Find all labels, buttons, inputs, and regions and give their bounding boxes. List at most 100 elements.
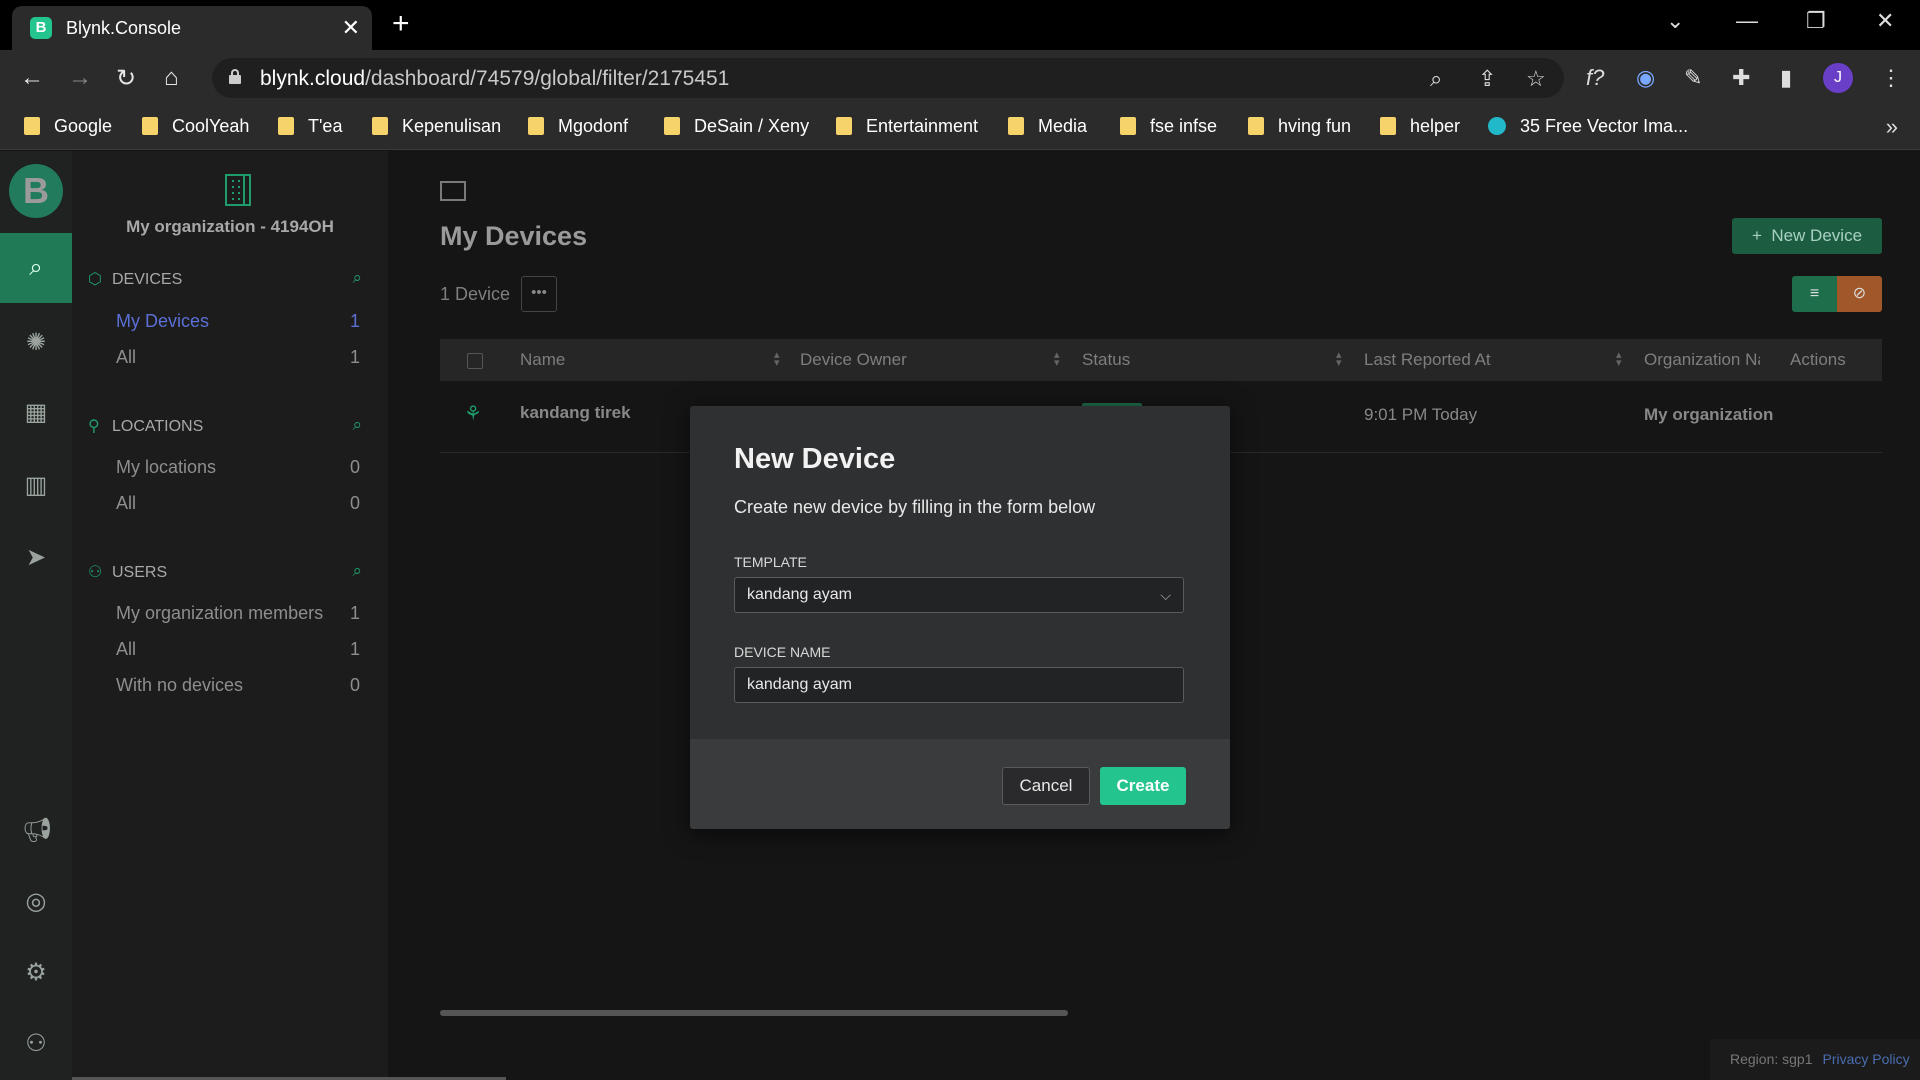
user-icon[interactable]: ⚇ — [22, 1029, 50, 1057]
bookmark-item[interactable]: Google — [24, 116, 112, 137]
column-header-status[interactable]: Status — [1082, 350, 1130, 370]
extension-pen-icon[interactable]: ✎ — [1684, 65, 1702, 91]
lock-icon — [229, 69, 241, 84]
sidebar-item-org-members[interactable]: My organization members 1 — [116, 603, 360, 624]
list-view-icon[interactable]: ≡ — [1792, 276, 1837, 312]
lifebuoy-icon[interactable]: ◎ — [22, 887, 50, 915]
column-header-last-reported[interactable]: Last Reported At — [1364, 350, 1491, 370]
tab-search-icon[interactable]: ⌄ — [1666, 8, 1684, 34]
bookmarks-bar: Google CoolYeah T'ea Kepenulisan Mgodonf… — [0, 106, 1920, 150]
sun-icon[interactable]: ✺ — [22, 328, 50, 356]
modal-title: New Device — [734, 443, 896, 475]
view-toggle: ≡ ⊘ — [1792, 276, 1882, 312]
devices-search-icon[interactable]: ⌕ — [352, 268, 362, 288]
column-header-name[interactable]: Name — [520, 350, 565, 370]
building-icon[interactable]: ▥ — [22, 471, 50, 499]
sort-icon[interactable]: ▴ ▾ — [1054, 350, 1060, 369]
extension-fx-icon[interactable]: f? — [1586, 65, 1604, 91]
address-bar-row: ← → ↻ ⌂ blynk.cloud/dashboard/74579/glob… — [0, 50, 1920, 106]
browser-tab[interactable]: B Blynk.Console ✕ — [12, 6, 372, 50]
horizontal-scrollbar[interactable] — [440, 1010, 1068, 1016]
locations-search-icon[interactable]: ⌕ — [352, 415, 362, 435]
new-tab-icon[interactable]: + — [392, 9, 410, 39]
column-header-owner[interactable]: Device Owner — [800, 350, 907, 370]
bookmark-item[interactable]: CoolYeah — [142, 116, 249, 137]
browser-menu-icon[interactable]: ⋮ — [1880, 65, 1902, 91]
select-all-checkbox[interactable] — [467, 353, 483, 369]
sidebar-item-my-locations[interactable]: My locations 0 — [116, 457, 360, 478]
grid-icon[interactable]: ▦ — [22, 398, 50, 426]
bookmark-item[interactable]: Kepenulisan — [372, 116, 501, 137]
sidebar-item-all-devices[interactable]: All 1 — [116, 347, 360, 368]
device-name-value: kandang ayam — [747, 676, 852, 693]
footer: Region: sgp1 Privacy Policy — [1710, 1039, 1920, 1080]
devices-section-header: ⬡ DEVICES — [88, 271, 183, 288]
map-view-icon[interactable]: ⊘ — [1837, 276, 1882, 312]
blynk-logo[interactable]: B — [9, 164, 63, 218]
bookmark-item[interactable]: Mgodonf — [528, 116, 628, 137]
organization-name[interactable]: My organization - 4194OH — [72, 217, 388, 237]
forward-icon[interactable]: → — [68, 64, 92, 92]
device-name[interactable]: kandang tirek — [520, 403, 631, 423]
users-section-header: ⚇ USERS — [88, 564, 168, 581]
cube-icon: ⬡ — [88, 271, 102, 288]
more-bookmarks-icon[interactable]: » — [1886, 114, 1898, 140]
bookmark-item[interactable]: Entertainment — [836, 116, 978, 137]
sidebar-item-no-devices[interactable]: With no devices 0 — [116, 675, 360, 696]
page-title: My Devices — [440, 221, 588, 251]
bookmark-item[interactable]: helper — [1380, 116, 1460, 137]
sidebar-item-all-users[interactable]: All 1 — [116, 639, 360, 660]
bookmark-item[interactable]: DeSain / Xeny — [664, 116, 809, 137]
restore-icon[interactable]: ❐ — [1806, 8, 1826, 34]
sort-icon[interactable]: ▴ ▾ — [774, 350, 780, 369]
megaphone-icon[interactable]: 📢︎ — [22, 816, 52, 844]
close-tab-icon[interactable]: ✕ — [342, 15, 360, 41]
column-header-organization[interactable]: Organization Nai — [1644, 350, 1760, 370]
side-panel-icon[interactable]: ▮ — [1780, 65, 1792, 91]
more-options-button[interactable]: ••• — [521, 276, 557, 312]
extensions-puzzle-icon[interactable]: ✚ — [1732, 65, 1750, 91]
bookmark-star-icon[interactable]: ☆ — [1526, 66, 1546, 92]
person-icon: ⚇ — [88, 564, 103, 581]
bookmark-item[interactable]: fse infse — [1120, 116, 1217, 137]
new-device-button[interactable]: + New Device — [1732, 218, 1882, 254]
profile-avatar[interactable]: J — [1823, 63, 1853, 93]
zoom-icon[interactable]: ⌕ — [1430, 66, 1442, 92]
folder-icon — [278, 117, 294, 135]
organization: My organization — [1644, 405, 1774, 424]
home-icon[interactable]: ⌂ — [164, 64, 179, 92]
globe-icon — [1488, 117, 1506, 135]
create-button[interactable]: Create — [1100, 767, 1186, 805]
sidebar-item-all-locations[interactable]: All 0 — [116, 493, 360, 514]
sidebar-item-my-devices[interactable]: My Devices 1 — [116, 311, 360, 332]
address-bar[interactable]: blynk.cloud/dashboard/74579/global/filte… — [212, 58, 1564, 98]
folder-icon — [1248, 117, 1264, 135]
share-icon[interactable]: ⇪ — [1478, 66, 1496, 92]
bookmark-item[interactable]: hving fun — [1248, 116, 1351, 137]
reload-icon[interactable]: ↻ — [116, 64, 136, 93]
fullscreen-icon[interactable] — [440, 181, 466, 201]
device-name-input[interactable]: kandang ayam — [734, 667, 1184, 703]
organization-building-icon — [225, 174, 251, 206]
sort-icon[interactable]: ▴ ▾ — [1336, 350, 1342, 369]
send-icon[interactable]: ➤ — [22, 543, 50, 571]
cancel-button[interactable]: Cancel — [1002, 767, 1090, 805]
sort-icon[interactable]: ▴ ▾ — [1616, 350, 1622, 369]
folder-icon — [528, 117, 544, 135]
url-text: blynk.cloud/dashboard/74579/global/filte… — [260, 67, 730, 90]
bookmark-item[interactable]: 35 Free Vector Ima... — [1488, 116, 1688, 137]
chevron-down-icon: ⌵ — [1160, 587, 1171, 603]
minimize-icon[interactable]: — — [1736, 8, 1758, 34]
privacy-policy-link[interactable]: Privacy Policy — [1823, 1051, 1910, 1067]
gear-icon[interactable]: ⚙ — [22, 958, 50, 986]
close-window-icon[interactable]: ✕ — [1876, 8, 1894, 34]
back-icon[interactable]: ← — [20, 64, 44, 92]
extension-cursor-icon[interactable]: ◉ — [1636, 65, 1655, 91]
users-search-icon[interactable]: ⌕ — [352, 561, 362, 581]
folder-icon — [142, 117, 158, 135]
template-select[interactable]: kandang ayam ⌵ — [734, 577, 1184, 613]
bookmark-item[interactable]: T'ea — [278, 116, 342, 137]
search-icon[interactable]: ⌕ — [22, 254, 50, 282]
bookmark-item[interactable]: Media — [1008, 116, 1087, 137]
folder-icon — [24, 117, 40, 135]
